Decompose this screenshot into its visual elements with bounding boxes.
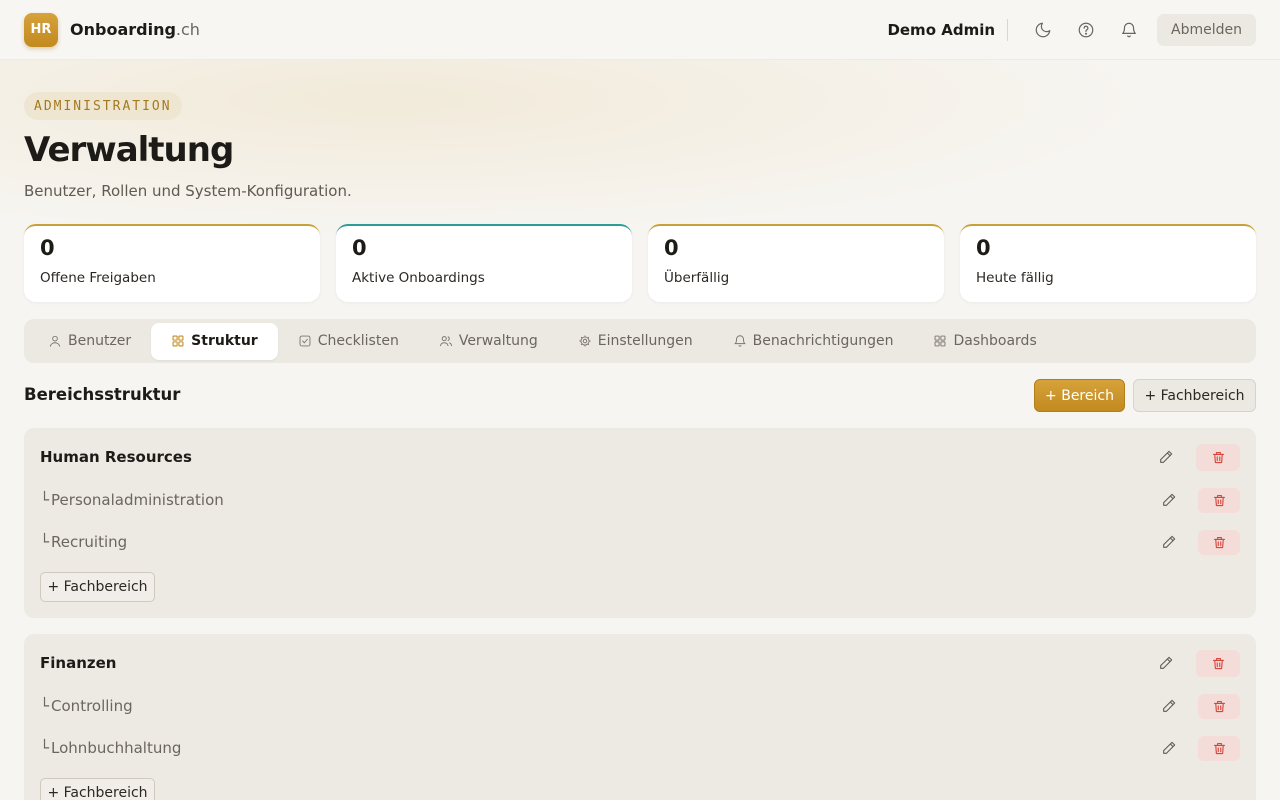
theme-toggle-button[interactable] bbox=[1025, 12, 1061, 48]
delete-area-button[interactable] bbox=[1196, 650, 1240, 677]
add-subarea-inline-button[interactable]: + Fachbereich bbox=[40, 572, 155, 602]
edit-area-button[interactable] bbox=[1152, 649, 1180, 677]
subarea-row: └ Controlling bbox=[40, 697, 133, 715]
stat-label: Aktive Onboardings bbox=[352, 270, 485, 286]
stat-label: Überfällig bbox=[664, 270, 730, 286]
delete-subarea-button[interactable] bbox=[1198, 694, 1240, 719]
logout-button[interactable]: Abmelden bbox=[1157, 13, 1256, 46]
stat-card-due-today[interactable]: 0 Heute fällig bbox=[960, 224, 1256, 302]
tab-label: Verwaltung bbox=[458, 333, 538, 349]
subarea-row: └ Recruiting bbox=[40, 533, 127, 551]
tab-struktur[interactable]: Struktur bbox=[151, 322, 278, 360]
edit-subarea-button[interactable] bbox=[1155, 486, 1183, 514]
stat-value: 0 bbox=[352, 236, 367, 260]
trash-icon bbox=[1213, 536, 1225, 549]
tab-benachrichtigungen[interactable]: Benachrichtigungen bbox=[713, 323, 914, 360]
page-subtitle: Benutzer, Rollen und System-Konfiguratio… bbox=[24, 182, 352, 200]
subarea-row: └ Personaladministration bbox=[40, 491, 224, 509]
notifications-button[interactable] bbox=[1111, 12, 1147, 48]
bell-icon bbox=[1122, 22, 1136, 37]
tree-corner-icon: └ bbox=[40, 697, 50, 715]
tree-corner-icon: └ bbox=[40, 533, 50, 551]
add-subarea-button[interactable]: + Fachbereich bbox=[1133, 379, 1256, 412]
pencil-icon bbox=[1163, 535, 1176, 548]
dashboard-icon bbox=[935, 335, 946, 347]
tab-benutzer[interactable]: Benutzer bbox=[28, 323, 151, 360]
area-card-finanzen: Finanzen └ Controlling └ Lohnbuchhaltung +… bbox=[24, 634, 1256, 800]
page-title: Verwaltung bbox=[24, 130, 234, 170]
checkbox-icon bbox=[299, 335, 311, 347]
tab-verwaltung[interactable]: Verwaltung bbox=[419, 323, 558, 360]
stat-card-open-approvals[interactable]: 0 Offene Freigaben bbox=[24, 224, 320, 302]
area-name: Human Resources bbox=[40, 448, 192, 466]
trash-icon bbox=[1212, 451, 1224, 464]
add-subarea-inline-button[interactable]: + Fachbereich bbox=[40, 778, 155, 800]
tab-label: Benutzer bbox=[68, 333, 132, 349]
delete-area-button[interactable] bbox=[1196, 444, 1240, 471]
section-pill: ADMINISTRATION bbox=[24, 92, 182, 120]
tab-label: Benachrichtigungen bbox=[752, 333, 894, 349]
pencil-icon bbox=[1160, 656, 1173, 669]
admin-tabs: Benutzer Struktur Checklisten Verwaltung… bbox=[24, 319, 1256, 363]
logo[interactable]: HR bbox=[24, 12, 58, 47]
pencil-icon bbox=[1163, 493, 1176, 506]
pencil-icon bbox=[1163, 699, 1176, 712]
gear-icon bbox=[579, 335, 591, 347]
delete-subarea-button[interactable] bbox=[1198, 530, 1240, 555]
trash-icon bbox=[1213, 494, 1225, 507]
divider bbox=[1007, 18, 1009, 41]
subarea-name: Lohnbuchhaltung bbox=[51, 739, 182, 757]
tab-label: Checklisten bbox=[317, 333, 399, 349]
top-bar: HR Onboarding.ch Demo Admin Abmelden bbox=[0, 0, 1280, 60]
tab-label: Dashboards bbox=[953, 333, 1037, 349]
help-circle-icon bbox=[1078, 22, 1094, 37]
delete-subarea-button[interactable] bbox=[1198, 736, 1240, 761]
tab-checklisten[interactable]: Checklisten bbox=[278, 323, 419, 360]
tree-corner-icon: └ bbox=[40, 491, 50, 509]
tab-label: Struktur bbox=[191, 333, 258, 349]
moon-icon bbox=[1035, 22, 1051, 37]
section-title: Bereichsstruktur bbox=[24, 385, 181, 404]
bell-icon bbox=[734, 335, 746, 347]
stat-value: 0 bbox=[976, 236, 991, 260]
pencil-icon bbox=[1160, 450, 1173, 463]
brand-tld: .ch bbox=[175, 20, 200, 39]
stat-value: 0 bbox=[664, 236, 679, 260]
help-button[interactable] bbox=[1068, 12, 1104, 48]
subarea-name: Controlling bbox=[51, 697, 133, 715]
trash-icon bbox=[1213, 742, 1225, 755]
edit-area-button[interactable] bbox=[1152, 443, 1180, 471]
users-icon bbox=[439, 336, 452, 347]
subarea-name: Personaladministration bbox=[51, 491, 224, 509]
tab-label: Einstellungen bbox=[597, 333, 693, 349]
area-name: Finanzen bbox=[40, 654, 117, 672]
subarea-name: Recruiting bbox=[51, 533, 128, 551]
stat-card-active-onboardings[interactable]: 0 Aktive Onboardings bbox=[336, 224, 632, 302]
stat-label: Heute fällig bbox=[976, 270, 1054, 286]
tab-dashboards[interactable]: Dashboards bbox=[913, 323, 1056, 360]
trash-icon bbox=[1212, 657, 1224, 670]
subarea-row: └ Lohnbuchhaltung bbox=[40, 739, 181, 757]
edit-subarea-button[interactable] bbox=[1155, 734, 1183, 762]
stat-card-overdue[interactable]: 0 Überfällig bbox=[648, 224, 944, 302]
trash-icon bbox=[1213, 700, 1225, 713]
add-area-button[interactable]: + Bereich bbox=[1034, 379, 1125, 412]
stat-value: 0 bbox=[40, 236, 55, 260]
grid-icon bbox=[172, 335, 184, 347]
area-card-human-resources: Human Resources └ Personaladministration … bbox=[24, 428, 1256, 618]
tree-corner-icon: └ bbox=[40, 739, 50, 757]
edit-subarea-button[interactable] bbox=[1155, 528, 1183, 556]
topbar-actions: Demo Admin Abmelden bbox=[887, 12, 1256, 48]
brand-main: Onboarding bbox=[70, 20, 176, 39]
tab-einstellungen[interactable]: Einstellungen bbox=[558, 323, 713, 360]
delete-subarea-button[interactable] bbox=[1198, 488, 1240, 513]
user-icon bbox=[49, 335, 61, 347]
stat-label: Offene Freigaben bbox=[40, 270, 156, 286]
edit-subarea-button[interactable] bbox=[1155, 692, 1183, 720]
user-name[interactable]: Demo Admin bbox=[887, 21, 995, 39]
pencil-icon bbox=[1163, 741, 1176, 754]
brand-name[interactable]: Onboarding.ch bbox=[70, 20, 200, 39]
